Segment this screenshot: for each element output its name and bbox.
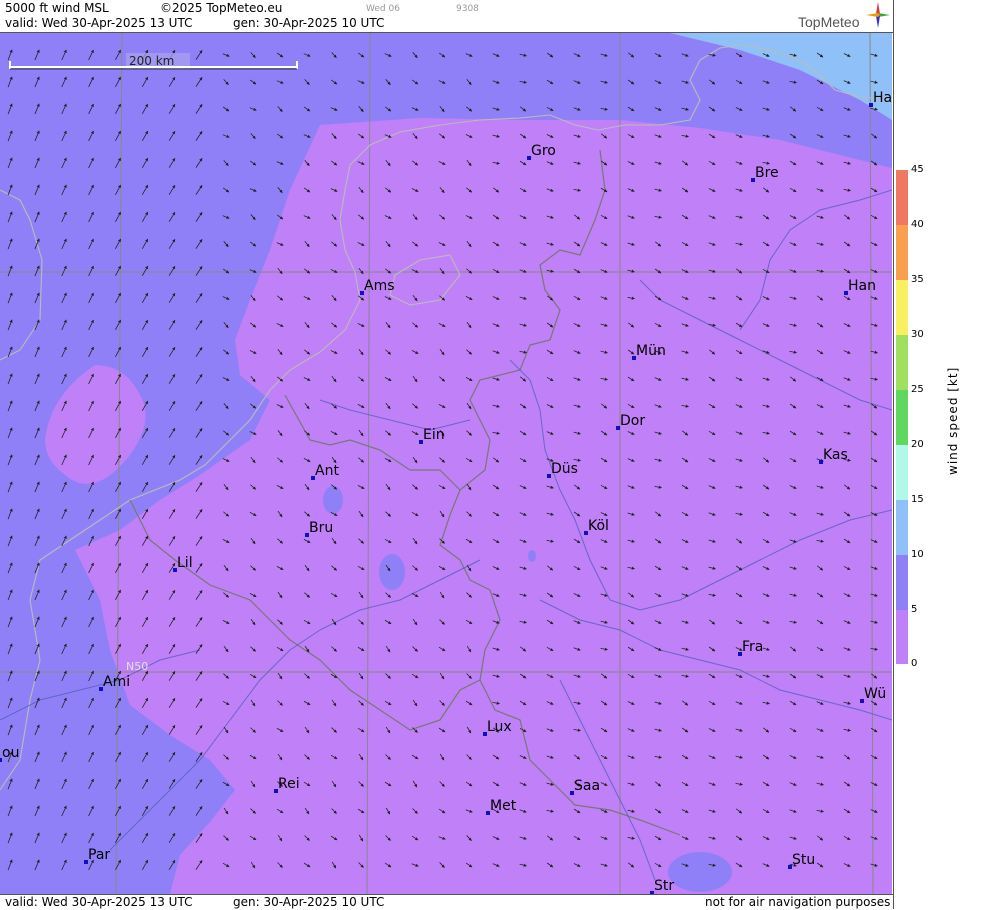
colorbar-tick: 35 xyxy=(911,274,924,285)
colorbar-tick: 20 xyxy=(911,439,924,450)
city-label: Wü xyxy=(864,686,886,702)
city-label: Rei xyxy=(278,776,300,792)
scale-bar: 200 km xyxy=(9,53,298,70)
colorbar-title: wind speed [kt] xyxy=(946,366,960,475)
city-label: Mün xyxy=(636,343,666,359)
city-label: Dor xyxy=(620,413,645,429)
city-label: Par xyxy=(88,847,110,863)
colorbar-tick: 40 xyxy=(911,219,924,230)
city-label: Ein xyxy=(423,427,445,443)
generation-time: gen: 30-Apr-2025 10 UTC xyxy=(233,16,385,30)
scale-label: 200 km xyxy=(129,54,174,68)
city-label: Bre xyxy=(755,165,779,181)
wind-map[interactable]: Gro Bre Ha Ams Han Mün Dor Ein Kas Ant Düs Bru Köl Li… xyxy=(0,33,892,894)
run-label: Wed 06 xyxy=(366,4,400,14)
disclaimer: not for air navigation purposes xyxy=(705,895,891,909)
city-label: Lil xyxy=(177,555,193,571)
city-label: Lux xyxy=(487,719,512,735)
legend-panel: 45 40 35 30 25 20 15 10 5 0 xyxy=(893,0,983,909)
colorbar-tick: 0 xyxy=(911,658,918,669)
city-label: Gro xyxy=(531,143,556,159)
colorbar-tick: 30 xyxy=(911,329,924,340)
map-footer: valid: Wed 30-Apr-2025 13 UTC gen: 30-Ap… xyxy=(0,894,893,910)
city-label: Bru xyxy=(309,520,333,536)
copyright: ©2025 TopMeteo.eu xyxy=(160,1,283,15)
latitude-label: N50 xyxy=(126,660,148,673)
valid-time: valid: Wed 30-Apr-2025 13 UTC xyxy=(5,16,193,30)
city-label: Düs xyxy=(551,461,578,477)
compass-logo-icon xyxy=(866,2,890,28)
city-label: Ams xyxy=(364,278,395,294)
footer-valid-time: valid: Wed 30-Apr-2025 13 UTC xyxy=(5,895,193,909)
city-label: Fra xyxy=(742,639,763,655)
city-label: Saa xyxy=(574,778,600,794)
city-label: Han xyxy=(848,278,876,294)
run-code: 9308 xyxy=(456,4,479,14)
city-label: Met xyxy=(490,798,517,814)
city-label: Ha xyxy=(873,90,892,106)
city-label: Stu xyxy=(792,852,815,868)
map-header: 5000 ft wind MSL ©2025 TopMeteo.eu valid… xyxy=(0,0,893,33)
product-title: 5000 ft wind MSL xyxy=(5,1,109,15)
wind-speed-colorbar xyxy=(896,170,908,664)
topmeteo-logo: TopMeteo xyxy=(798,14,860,30)
colorbar-tick: 10 xyxy=(911,549,924,560)
colorbar-tick: 5 xyxy=(911,604,918,615)
colorbar-tick: 15 xyxy=(911,494,924,505)
city-label: Ant xyxy=(315,463,339,479)
footer-generation-time: gen: 30-Apr-2025 10 UTC xyxy=(233,895,385,909)
city-label: Str xyxy=(654,878,674,894)
city-label: ou xyxy=(2,745,19,761)
city-label: Kas xyxy=(823,447,848,463)
city-label: Ami xyxy=(103,674,130,690)
city-label: Köl xyxy=(588,518,609,534)
colorbar-tick: 45 xyxy=(911,164,924,175)
colorbar-tick: 25 xyxy=(911,384,924,395)
